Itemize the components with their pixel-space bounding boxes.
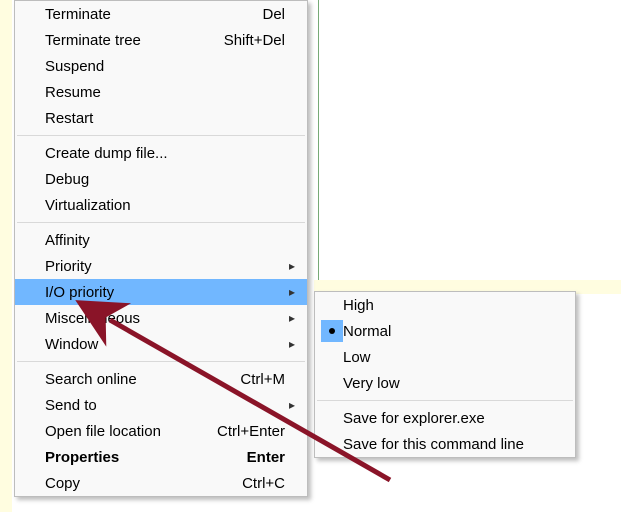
- menu-item-accelerator: Ctrl+M: [240, 371, 285, 388]
- submenu-item-label: High: [343, 297, 567, 314]
- menu-item-label: Virtualization: [45, 197, 285, 214]
- submenu-item-label: Low: [343, 349, 567, 366]
- bg-strip-left: [0, 0, 12, 512]
- menu-item-restart[interactable]: Restart: [15, 105, 307, 131]
- menu-item-copy[interactable]: Copy Ctrl+C: [15, 470, 307, 496]
- menu-item-accelerator: Ctrl+Enter: [217, 423, 285, 440]
- menu-item-create-dump-file[interactable]: Create dump file...: [15, 140, 307, 166]
- menu-separator: [17, 361, 305, 362]
- chevron-right-icon: ▸: [285, 259, 299, 273]
- menu-item-properties[interactable]: Properties Enter: [15, 444, 307, 470]
- chevron-right-icon: ▸: [285, 285, 299, 299]
- chevron-right-icon: ▸: [285, 398, 299, 412]
- radio-indicator: [321, 320, 343, 342]
- menu-item-i-o-priority[interactable]: I/O priority▸: [15, 279, 307, 305]
- menu-item-accelerator: Enter: [247, 449, 285, 466]
- menu-item-miscellaneous[interactable]: Miscellaneous▸: [15, 305, 307, 331]
- submenu-item-label: Very low: [343, 375, 567, 392]
- submenu-item-normal[interactable]: Normal: [315, 318, 575, 344]
- menu-separator: [17, 222, 305, 223]
- menu-item-search-online[interactable]: Search online Ctrl+M: [15, 366, 307, 392]
- menu-item-resume[interactable]: Resume: [15, 79, 307, 105]
- menu-item-terminate-tree[interactable]: Terminate tree Shift+Del: [15, 27, 307, 53]
- chevron-right-icon: ▸: [285, 337, 299, 351]
- menu-item-label: Resume: [45, 84, 285, 101]
- menu-item-label: Miscellaneous: [45, 310, 285, 327]
- submenu-item-label: Save for this command line: [343, 436, 567, 453]
- menu-item-window[interactable]: Window▸: [15, 331, 307, 357]
- menu-item-label: Debug: [45, 171, 285, 188]
- menu-item-label: Priority: [45, 258, 285, 275]
- menu-item-virtualization[interactable]: Virtualization: [15, 192, 307, 218]
- submenu-item-label: Normal: [343, 323, 567, 340]
- menu-item-open-file-location[interactable]: Open file location Ctrl+Enter: [15, 418, 307, 444]
- menu-item-label: Restart: [45, 110, 285, 127]
- menu-item-label: Properties: [45, 449, 235, 466]
- menu-item-affinity[interactable]: Affinity: [15, 227, 307, 253]
- menu-item-accelerator: Shift+Del: [224, 32, 285, 49]
- menu-item-label: Suspend: [45, 58, 285, 75]
- menu-item-accelerator: Del: [262, 6, 285, 23]
- menu-item-label: Window: [45, 336, 285, 353]
- menu-item-label: I/O priority: [45, 284, 285, 301]
- menu-item-label: Search online: [45, 371, 228, 388]
- screenshot-stage: { "main_menu": { "groups": [ [ {"label":…: [0, 0, 621, 512]
- chevron-right-icon: ▸: [285, 311, 299, 325]
- submenu-item-save-for-explorer-exe[interactable]: Save for explorer.exe: [315, 405, 575, 431]
- submenu-item-high[interactable]: High: [315, 292, 575, 318]
- menu-item-debug[interactable]: Debug: [15, 166, 307, 192]
- menu-item-label: Send to: [45, 397, 285, 414]
- menu-item-terminate[interactable]: Terminate Del: [15, 1, 307, 27]
- menu-item-suspend[interactable]: Suspend: [15, 53, 307, 79]
- submenu-item-label: Save for explorer.exe: [343, 410, 567, 427]
- context-menu-io-priority: High Normal Low Very low Save for explorer.e…: [314, 291, 576, 458]
- menu-item-label: Affinity: [45, 232, 285, 249]
- submenu-item-save-for-this-command-line[interactable]: Save for this command line: [315, 431, 575, 457]
- background-pane: [318, 0, 621, 284]
- menu-separator: [317, 400, 573, 401]
- submenu-item-very-low[interactable]: Very low: [315, 370, 575, 396]
- menu-item-send-to[interactable]: Send to▸: [15, 392, 307, 418]
- menu-separator: [17, 135, 305, 136]
- submenu-item-low[interactable]: Low: [315, 344, 575, 370]
- menu-item-label: Terminate tree: [45, 32, 212, 49]
- menu-item-priority[interactable]: Priority▸: [15, 253, 307, 279]
- menu-item-accelerator: Ctrl+C: [242, 475, 285, 492]
- menu-item-label: Copy: [45, 475, 230, 492]
- context-menu-main: Terminate Del Terminate tree Shift+Del Suspe…: [14, 0, 308, 497]
- menu-item-label: Open file location: [45, 423, 205, 440]
- menu-item-label: Create dump file...: [45, 145, 285, 162]
- menu-item-label: Terminate: [45, 6, 250, 23]
